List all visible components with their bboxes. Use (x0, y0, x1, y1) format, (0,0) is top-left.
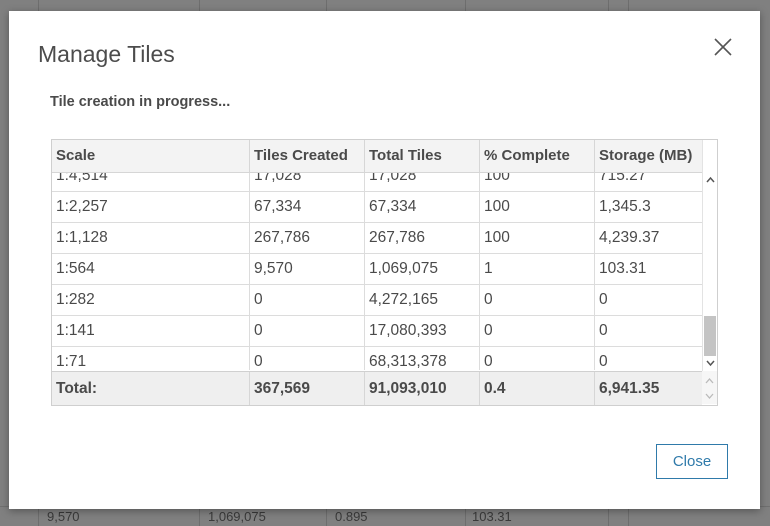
cell-total-tiles: 267,786 (365, 223, 480, 253)
cell-scale: 1:4,514 (52, 173, 250, 191)
cell-total-tiles: 4,272,165 (365, 285, 480, 315)
footer-percent-complete: 0.4 (480, 372, 595, 405)
cell-storage: 0 (599, 353, 608, 370)
cell-total-tiles: 17,028 (365, 173, 480, 191)
column-header-percent-complete[interactable]: % Complete (480, 140, 595, 172)
cell-storage: 0 (599, 291, 608, 308)
table-row: 1:4,514 17,028 17,028 100 715.27 (52, 173, 702, 192)
footer-scrollbar (702, 371, 717, 404)
cell-percent-complete: 0 (480, 316, 595, 346)
cell-tiles-created: 17,028 (250, 173, 365, 191)
cell-scale: 1:1,128 (52, 223, 250, 253)
cell-storage: 103.31 (599, 260, 647, 277)
chevron-up-icon (705, 378, 714, 384)
column-header-tiles-created[interactable]: Tiles Created (250, 140, 365, 172)
cell-scale: 1:564 (52, 254, 250, 284)
cell-percent-complete: 1 (480, 254, 595, 284)
vertical-scrollbar[interactable] (702, 140, 717, 371)
tiles-table: Scale Tiles Created Total Tiles % Comple… (51, 139, 718, 406)
cell-storage: 1,345.3 (599, 198, 651, 215)
cell-total-tiles: 67,334 (365, 192, 480, 222)
cell-storage: 715.27 (599, 173, 647, 184)
column-header-storage[interactable]: Storage (MB) (595, 140, 702, 172)
bg-cell: 103.31 (472, 509, 512, 524)
bg-cell: 9,570 (47, 509, 80, 524)
cell-tiles-created: 0 (250, 316, 365, 346)
cell-percent-complete: 100 (480, 223, 595, 253)
cell-scale: 1:2,257 (52, 192, 250, 222)
cell-percent-complete: 0 (480, 347, 595, 370)
cell-total-tiles: 68,313,378 (365, 347, 480, 370)
bg-cell: 0.895 (335, 509, 368, 524)
table-row: 1:2,257 67,334 67,334 100 1,345.3 (52, 192, 702, 223)
column-header-total-tiles[interactable]: Total Tiles (365, 140, 480, 172)
cell-storage: 4,239.37 (599, 229, 660, 246)
table-row: 1:282 0 4,272,165 0 0 (52, 285, 702, 316)
status-text: Tile creation in progress... (50, 94, 231, 110)
close-button[interactable]: Close (656, 444, 728, 479)
table-footer-totals: Total: 367,569 91,093,010 0.4 6,941.35 (52, 371, 702, 405)
cell-percent-complete: 100 (480, 173, 595, 191)
cell-percent-complete: 100 (480, 192, 595, 222)
cell-scale: 1:71 (52, 347, 250, 370)
chevron-down-icon (705, 393, 714, 399)
manage-tiles-dialog: Manage Tiles Tile creation in progress..… (9, 11, 760, 509)
chevron-up-icon[interactable] (706, 176, 715, 183)
cell-total-tiles: 1,069,075 (365, 254, 480, 284)
footer-total-tiles: 91,093,010 (365, 372, 480, 405)
table-header: Scale Tiles Created Total Tiles % Comple… (52, 140, 702, 173)
bg-table-row: 9,570 1,069,075 0.895 103.31 (0, 506, 630, 526)
close-icon[interactable] (711, 35, 735, 59)
chevron-down-icon[interactable] (706, 360, 715, 367)
cell-tiles-created: 9,570 (250, 254, 365, 284)
cell-total-tiles: 17,080,393 (365, 316, 480, 346)
scrollbar-thumb[interactable] (704, 316, 716, 356)
footer-storage: 6,941.35 (599, 380, 660, 397)
footer-total-label: Total: (52, 372, 250, 405)
footer-tiles-created: 367,569 (250, 372, 365, 405)
table-row: 1:1,128 267,786 267,786 100 4,239.37 (52, 223, 702, 254)
cell-storage: 0 (599, 322, 608, 339)
table-row: 1:141 0 17,080,393 0 0 (52, 316, 702, 347)
dialog-title: Manage Tiles (38, 41, 175, 67)
column-header-scale[interactable]: Scale (52, 140, 250, 172)
cell-tiles-created: 0 (250, 347, 365, 370)
bg-cell: 1,069,075 (208, 509, 266, 524)
cell-percent-complete: 0 (480, 285, 595, 315)
cell-scale: 1:282 (52, 285, 250, 315)
table-row: 1:564 9,570 1,069,075 1 103.31 (52, 254, 702, 285)
table-row: 1:71 0 68,313,378 0 0 (52, 347, 702, 370)
cell-tiles-created: 267,786 (250, 223, 365, 253)
cell-tiles-created: 67,334 (250, 192, 365, 222)
table-body[interactable]: 1:4,514 17,028 17,028 100 715.27 1:2,257… (52, 173, 702, 370)
cell-tiles-created: 0 (250, 285, 365, 315)
cell-scale: 1:141 (52, 316, 250, 346)
